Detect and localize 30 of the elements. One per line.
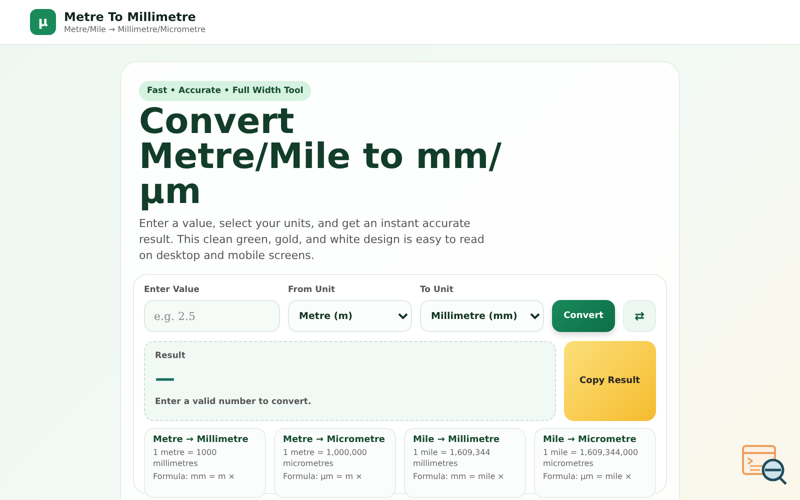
- field-label: To Unit: [420, 285, 454, 295]
- app-title: Metre To Millimetre: [64, 10, 197, 24]
- card-text: Formula: mm = mile ×: [413, 471, 506, 482]
- copy-result-button[interactable]: Copy Result: [564, 341, 656, 421]
- app-subtitle: Metre/Mile → Millimetre/Micrometre: [64, 25, 206, 34]
- result-message: Enter a valid number to convert.: [155, 397, 312, 407]
- field-label: From Unit: [288, 285, 336, 295]
- card-title: Metre → Micrometre: [283, 435, 386, 445]
- card-text: 1 mile = 1,609,344 millimetres: [413, 447, 492, 469]
- card-title: Metre → Millimetre: [153, 435, 250, 445]
- card-text: Formula: µm = m ×: [283, 471, 364, 482]
- card-text: 1 metre = 1000 millimetres: [153, 447, 218, 469]
- card-text: Formula: mm = m ×: [153, 471, 236, 482]
- to-unit-select[interactable]: Millimetre (mm): [420, 300, 544, 332]
- convert-button[interactable]: Convert: [552, 300, 616, 332]
- card-text: Formula: µm = mile ×: [543, 471, 633, 482]
- logo-badge: µ: [30, 9, 56, 35]
- card-text: 1 mile = 1,609,344,000 micrometres: [543, 447, 640, 469]
- value-input[interactable]: e.g. 2.5: [144, 300, 280, 332]
- card-title: Mile → Micrometre: [543, 435, 638, 445]
- feature-badge: Fast • Accurate • Full Width Tool: [139, 81, 312, 101]
- card-title: Mile → Millimetre: [413, 435, 501, 445]
- result-value: —: [155, 365, 176, 391]
- page-heading: Convert Metre/Mile to mm/ µm: [139, 105, 503, 210]
- description-text: Enter a value, select your units, and get an instant accurate result. This clean green, gold, and white design is easy to read on desktop and mobile screens.: [139, 216, 486, 264]
- from-unit-select[interactable]: Metre (m): [288, 300, 412, 332]
- swap-button[interactable]: ⇄: [623, 300, 656, 332]
- field-label: Enter Value: [144, 285, 200, 295]
- card-text: 1 metre = 1,000,000 micrometres: [283, 447, 368, 469]
- result-label: Result: [155, 351, 186, 361]
